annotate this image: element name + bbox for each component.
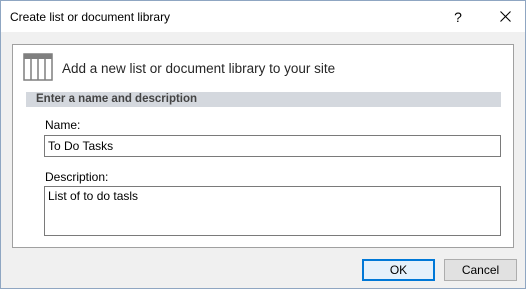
close-button[interactable] (485, 1, 525, 32)
close-icon (499, 11, 511, 22)
description-label: Description: (45, 170, 109, 184)
description-input[interactable]: List of to do tasls (44, 186, 501, 236)
section-title: Enter a name and description (36, 93, 198, 105)
name-label: Name: (45, 118, 81, 132)
section-header: Enter a name and description (26, 92, 501, 107)
panel-heading: Add a new list or document library to yo… (62, 61, 336, 76)
dialog-window: Create list or document library ? Add a … (0, 0, 526, 289)
ok-button[interactable]: OK (362, 259, 435, 281)
name-input[interactable] (44, 135, 501, 157)
list-table-icon (23, 53, 53, 81)
help-button[interactable]: ? (438, 1, 478, 32)
cancel-button[interactable]: Cancel (444, 259, 517, 281)
content-panel: Add a new list or document library to yo… (12, 44, 514, 248)
window-title: Create list or document library (10, 10, 171, 24)
title-bar[interactable]: Create list or document library ? (1, 1, 525, 32)
help-icon: ? (454, 8, 462, 25)
